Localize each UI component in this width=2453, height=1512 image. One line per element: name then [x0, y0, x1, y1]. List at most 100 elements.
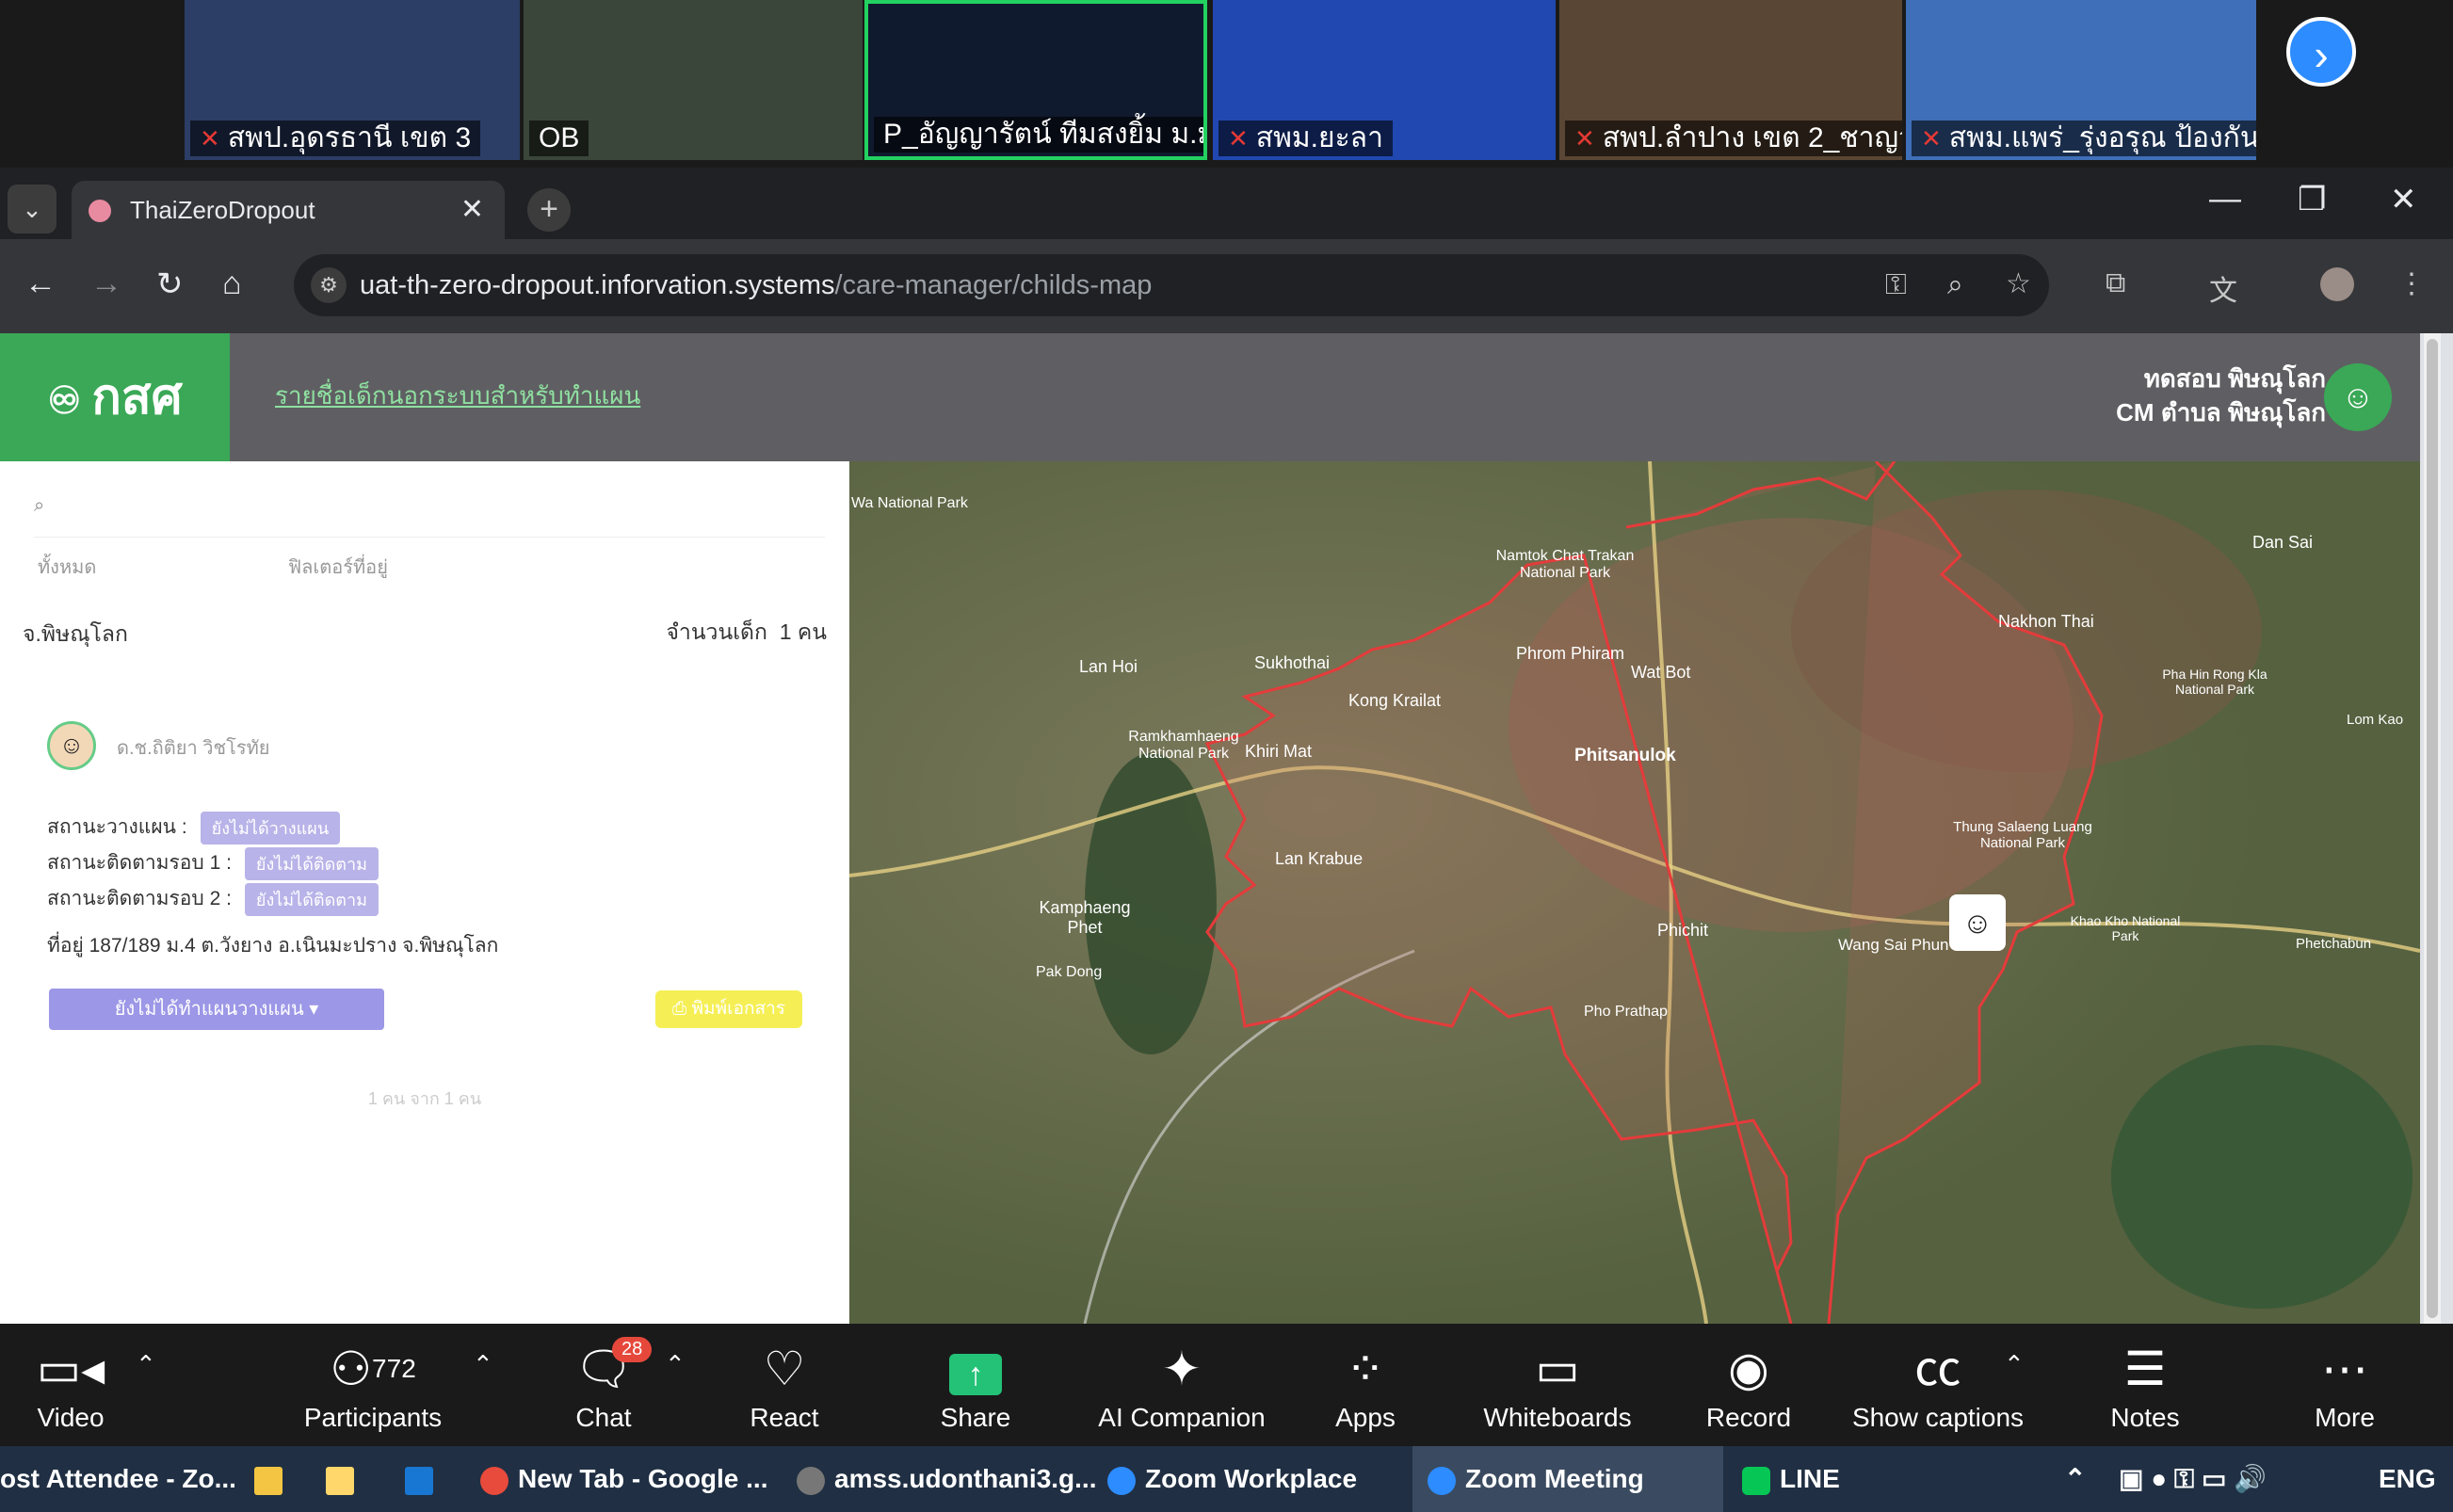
plan-dropdown-button[interactable]: ยังไม่ได้ทำแผนวางแผน ▾ [49, 989, 384, 1030]
video-tile[interactable]: ✕สพป.ลำปาง เขต 2_ชาญว... [1559, 0, 1902, 160]
taskbar-item-chrome[interactable]: New Tab - Google ... [480, 1446, 768, 1512]
windows-taskbar: ost Attendee - Zo... New Tab - Google ..… [0, 1446, 2453, 1512]
tray-icons[interactable]: ▣ ● ⚿ ▭ 🔊 [2119, 1446, 2267, 1512]
map-canvas[interactable] [849, 461, 2420, 1324]
print-icon: ⎙ [672, 999, 692, 1019]
tab-title: ThaiZeroDropout [130, 196, 315, 224]
tab-search-icon[interactable]: ⌄ [8, 185, 56, 233]
participants-icon: ⚇772 [330, 1343, 416, 1395]
print-button[interactable]: ⎙ พิมพ์เอกสาร [655, 990, 802, 1028]
video-tile[interactable]: ✕ สพม.แพร่_รุ่งอรุณ ป้องกัน [1906, 0, 2256, 160]
notes-button[interactable]: ☰ Notes [2106, 1343, 2185, 1433]
more-button[interactable]: ⋯ More [2305, 1343, 2384, 1433]
input-language[interactable]: ENG [2379, 1446, 2436, 1512]
minimize-icon[interactable]: — [2209, 181, 2241, 217]
taskbar-item-zoom-meeting[interactable]: Zoom Meeting [1412, 1446, 1723, 1512]
chevron-up-icon[interactable]: ⌃ [2004, 1350, 2025, 1379]
zoom-icon[interactable]: ⌕ [1947, 269, 1963, 301]
map-label: Lom Kao [2347, 712, 2404, 728]
map-label: Kong Krailat [1348, 691, 1442, 710]
map-label: Sukhothai [1254, 653, 1331, 672]
globe-icon [797, 1466, 825, 1495]
map-label: Pak Dong [1036, 964, 1103, 980]
apps-button[interactable]: ⁘ Apps [1328, 1343, 1403, 1433]
heart-icon: ♡ [763, 1343, 806, 1395]
map-label: Wa National Park [851, 495, 968, 511]
record-label: Record [1705, 1403, 1792, 1432]
ai-companion-button[interactable]: ✦ AI Companion [1092, 1343, 1271, 1433]
show-hidden-icons-icon[interactable]: ⌃ [2064, 1446, 2086, 1512]
new-tab-button[interactable]: + [527, 188, 571, 232]
taskbar-item-zoom-workplace[interactable]: Zoom Workplace [1107, 1446, 1357, 1512]
site-info-icon[interactable]: ⚙ [311, 267, 347, 303]
zoom-icon [1428, 1466, 1456, 1495]
video-button[interactable]: ▭◂ Video [28, 1343, 113, 1433]
close-window-icon[interactable]: ✕ [2390, 181, 2417, 218]
outlook-icon[interactable] [405, 1446, 443, 1512]
home-icon[interactable]: ⌂ [222, 265, 242, 302]
show-captions-button[interactable]: ㏄ Show captions [1851, 1343, 2025, 1433]
video-tile[interactable]: ✕ สพป.อุดรธานี เขต 3 [185, 0, 520, 160]
zoom-icon [1107, 1466, 1136, 1495]
extensions-icon[interactable]: ⧉ [2106, 267, 2125, 299]
back-icon[interactable]: ← [24, 265, 56, 302]
app-header: ♾ กสศ รายชื่อเด็กนอกระบบสำหรับทำแผน ทดสอ… [0, 333, 2420, 461]
user-avatar-icon[interactable]: ☺ [2324, 363, 2392, 431]
filter-all[interactable]: ทั้งหมด [38, 552, 96, 582]
record-button[interactable]: ◉ Record [1704, 1343, 1793, 1433]
child-count-value: 1 คน [779, 619, 827, 644]
filter-address[interactable]: ฟิลเตอร์ที่อยู่ [288, 552, 388, 582]
taskbar-item-label: Zoom Meeting [1465, 1464, 1644, 1493]
password-key-icon[interactable]: ⚿ [1885, 269, 1907, 301]
profile-avatar[interactable] [2320, 267, 2354, 301]
video-tile-active-speaker[interactable]: P_อัญญารัตน์ ทีมสงยิ้ม ม.มหิ... [864, 0, 1207, 160]
whiteboards-button[interactable]: ▭ Whiteboards [1480, 1343, 1635, 1433]
map-label: Khao Kho National Park [2070, 913, 2181, 943]
search-input[interactable]: ⌕ [34, 495, 825, 538]
taskbar-item-label: LINE [1780, 1464, 1840, 1493]
close-tab-icon[interactable]: ✕ [460, 181, 484, 239]
forward-icon[interactable]: → [90, 265, 122, 302]
ai-companion-label: AI Companion [1098, 1403, 1266, 1432]
child-name[interactable]: ด.ช.ถิติยา วิชโรทัย [117, 732, 269, 763]
participant-name: สพม.ยะลา [1255, 122, 1383, 153]
page-scrollbar[interactable] [2424, 333, 2441, 1324]
map-label: Ramkhamhaeng National Park [1128, 729, 1239, 762]
taskbar-item-line[interactable]: LINE [1742, 1446, 1840, 1512]
chevron-up-icon[interactable]: ⌃ [665, 1350, 686, 1379]
translate-icon[interactable]: 文 [2209, 267, 2237, 309]
nav-link-children-list[interactable]: รายชื่อเด็กนอกระบบสำหรับทำแผน [275, 377, 640, 415]
participants-count: 772 [372, 1354, 416, 1383]
url-path: /care-manager/childs-map [834, 270, 1153, 300]
browser-tab[interactable]: ThaiZeroDropout ✕ [72, 181, 505, 239]
notes-icon: ☰ [2123, 1343, 2167, 1395]
video-tile[interactable]: OB [524, 0, 863, 160]
satellite-map[interactable]: Wa National Park Namtok Chat Trakan Nati… [849, 461, 2420, 1324]
chevron-up-icon[interactable]: ⌃ [136, 1350, 156, 1379]
logo-text: กสศ [91, 370, 183, 425]
bookmark-star-icon[interactable]: ☆ [2006, 267, 2031, 300]
react-button[interactable]: ♡ React [740, 1343, 829, 1433]
reload-icon[interactable]: ↻ [156, 265, 184, 303]
address-bar[interactable]: ⚙ uat-th-zero-dropout.inforvation.system… [294, 254, 2049, 316]
map-label: Phitsanulok [1574, 746, 1676, 765]
taskbar-item[interactable]: ost Attendee - Zo... [0, 1446, 235, 1512]
plan-button-label: ยังไม่ได้ทำแผนวางแผน [114, 999, 304, 1020]
menu-kebab-icon[interactable]: ⋮ [2397, 267, 2426, 300]
file-explorer-icon[interactable] [254, 1446, 292, 1512]
notepad-icon[interactable] [326, 1446, 363, 1512]
chevron-right-icon[interactable]: › [2286, 17, 2356, 87]
participants-button[interactable]: ⚇772 Participants [298, 1343, 448, 1433]
web-app: ♾ กสศ รายชื่อเด็กนอกระบบสำหรับทำแผน ทดสอ… [0, 333, 2420, 1324]
chevron-up-icon[interactable]: ⌃ [473, 1350, 493, 1379]
restore-icon[interactable]: ❐ [2298, 181, 2326, 218]
child-address: ที่อยู่ 187/189 ม.4 ต.วังยาง อ.เนินมะปรา… [47, 935, 499, 957]
share-button[interactable]: ↑ Share [928, 1343, 1023, 1433]
taskbar-item-browser[interactable]: amss.udonthani3.g... [797, 1446, 1096, 1512]
map-label: Pho Prathap [1584, 1004, 1668, 1020]
child-location-marker[interactable]: ☺ [1949, 894, 2006, 951]
taskbar-item-label: amss.udonthani3.g... [834, 1464, 1097, 1493]
video-tile[interactable]: ✕ สพม.ยะลา [1213, 0, 1556, 160]
app-logo[interactable]: ♾ กสศ [0, 333, 230, 461]
user-role: CM ตำบล พิษณุโลก [2116, 398, 2326, 426]
